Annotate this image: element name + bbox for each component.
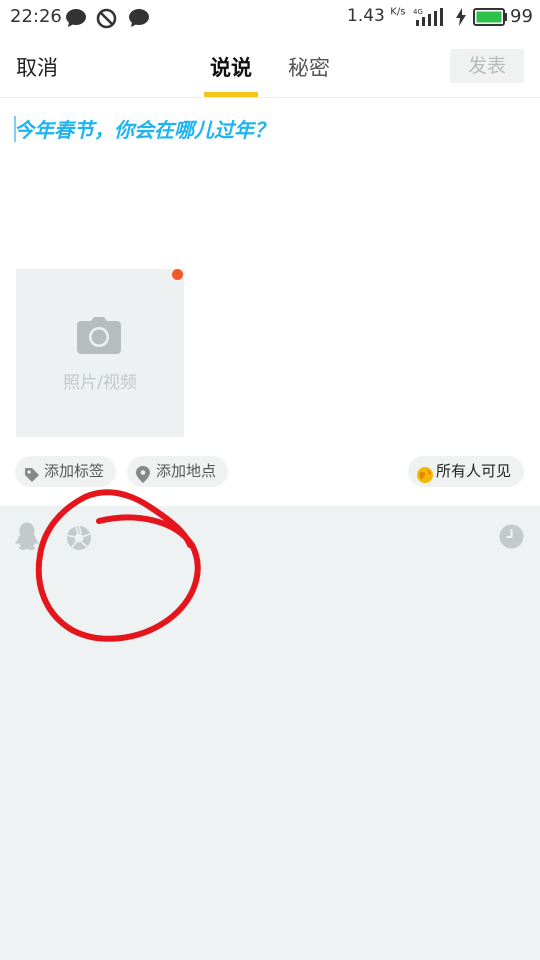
- location-pin-icon: [136, 463, 150, 494]
- add-location-label: 添加地点: [156, 462, 217, 480]
- visibility-button[interactable]: 所有人可见: [408, 456, 524, 487]
- add-tag-label: 添加标签: [44, 462, 105, 480]
- visibility-label: 所有人可见: [436, 462, 512, 480]
- tag-icon: [24, 463, 40, 494]
- header: 取消 说说 秘密 发表: [0, 34, 540, 98]
- chat-bubble-icon: [128, 8, 150, 32]
- cancel-button[interactable]: 取消: [16, 52, 58, 82]
- status-time: 22:26: [10, 6, 62, 27]
- battery-level: 99: [510, 6, 533, 27]
- compose-text-input[interactable]: 今年春节，你会在哪儿过年？: [14, 114, 274, 143]
- charging-bolt-icon: [455, 8, 467, 30]
- chat-bubble-icon: [65, 8, 87, 32]
- tab-shuoshuo[interactable]: 说说: [210, 52, 252, 82]
- network-type: 4G: [413, 8, 423, 16]
- add-tag-button[interactable]: 添加标签: [15, 456, 116, 487]
- globe-icon: [417, 463, 433, 494]
- clock-icon[interactable]: [499, 524, 524, 553]
- camera-icon: [77, 316, 121, 358]
- toolbar-panel: [0, 506, 540, 960]
- status-bar: 22:26 1.43 K/s 4G 99: [0, 0, 540, 34]
- active-tab-indicator: [204, 92, 258, 97]
- publish-button[interactable]: 发表: [450, 49, 524, 83]
- shutter-icon[interactable]: [66, 525, 92, 555]
- blocked-icon: [96, 8, 117, 33]
- net-speed: 1.43 K/s: [347, 6, 406, 26]
- new-badge-dot: [172, 269, 183, 280]
- signal-icon: 4G: [413, 7, 445, 31]
- tab-mimi[interactable]: 秘密: [288, 52, 330, 82]
- battery-icon: [473, 8, 509, 30]
- add-location-button[interactable]: 添加地点: [127, 456, 228, 487]
- add-media-label: 照片/视频: [63, 373, 137, 393]
- qq-penguin-icon[interactable]: [15, 522, 39, 554]
